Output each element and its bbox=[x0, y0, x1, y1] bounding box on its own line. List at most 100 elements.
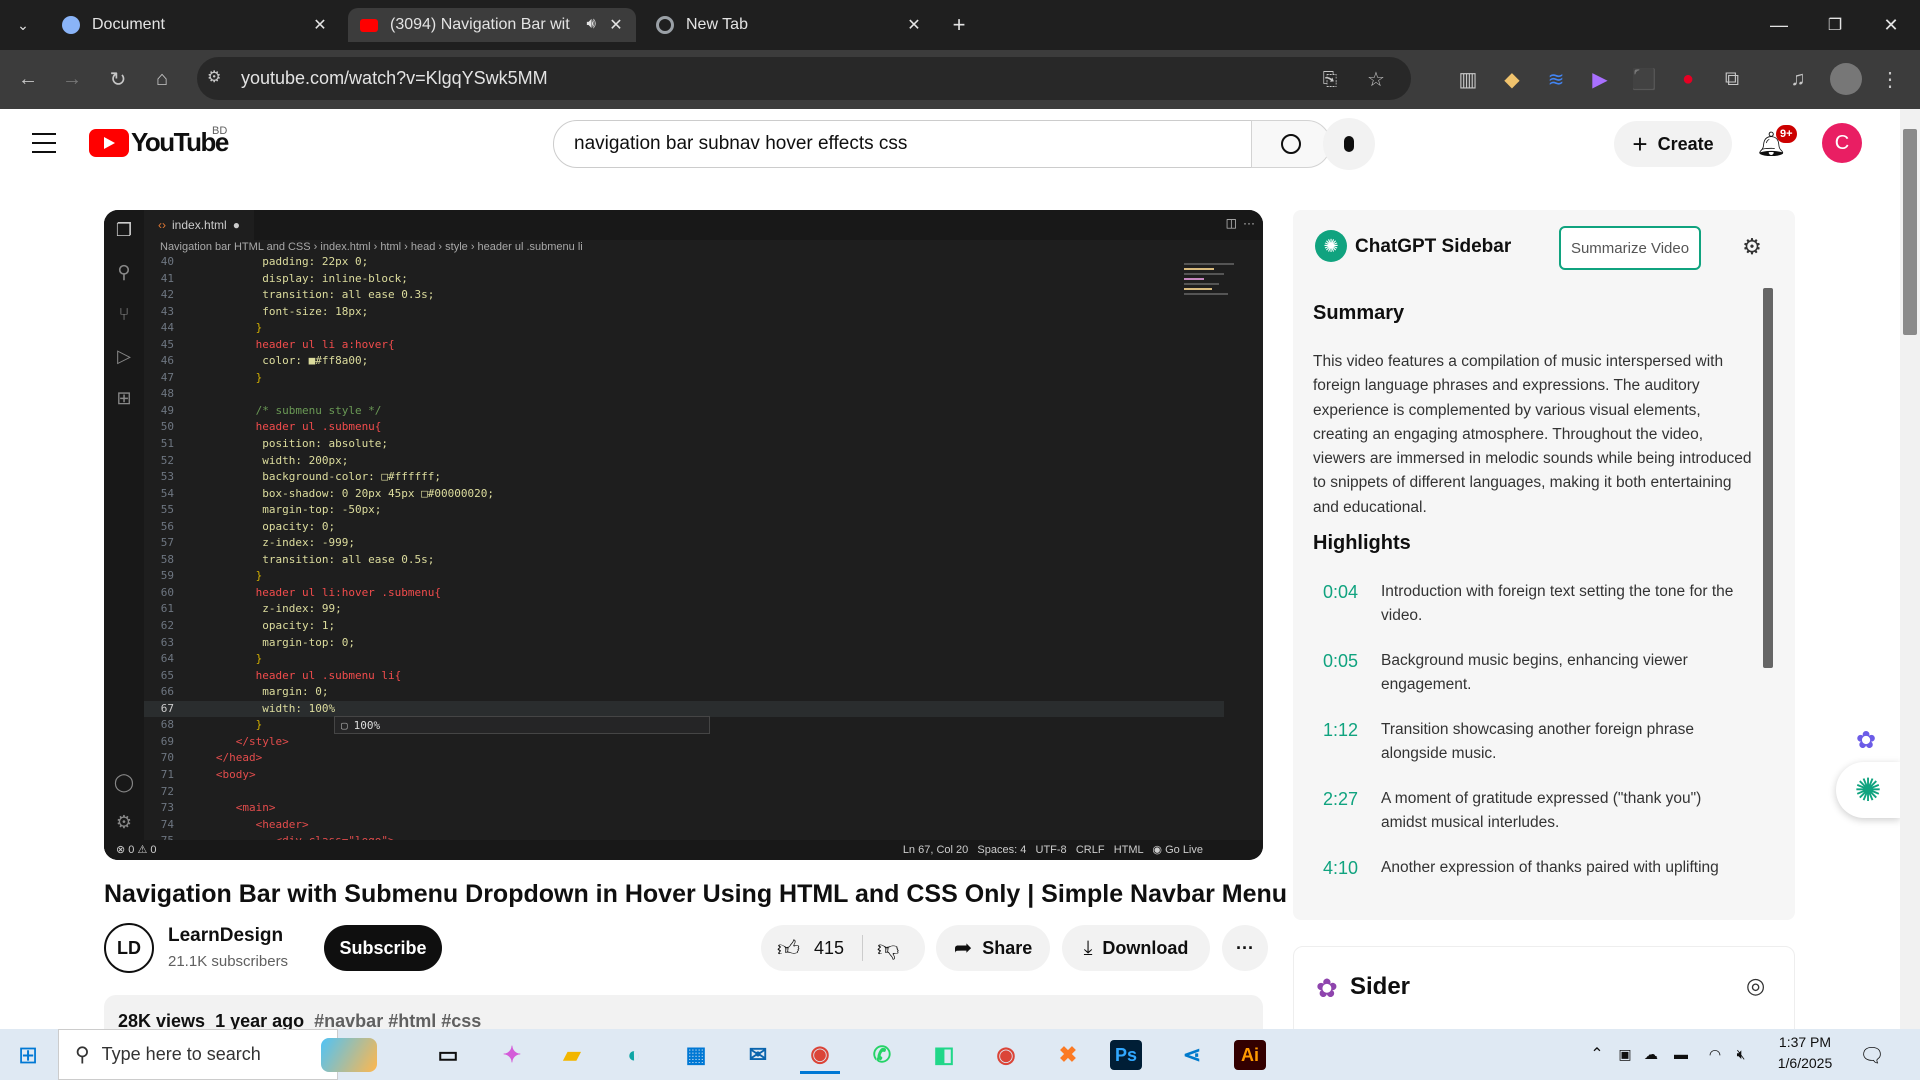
voice-search-button[interactable] bbox=[1323, 118, 1375, 170]
highlight-time[interactable]: 0:05 bbox=[1313, 649, 1381, 697]
source-control-icon: ⑂ bbox=[118, 303, 130, 324]
line-text: } bbox=[196, 321, 263, 335]
store-icon[interactable]: ▦ bbox=[676, 1036, 716, 1074]
highlight-time[interactable]: 1:12 bbox=[1313, 718, 1381, 766]
highlight-item[interactable]: 4:10 Another expression of thanks paired … bbox=[1313, 856, 1743, 880]
sider-settings-icon[interactable]: ◎ bbox=[1746, 973, 1765, 999]
file-explorer-icon[interactable]: ▰ bbox=[552, 1036, 592, 1074]
whatsapp-icon[interactable]: ✆ bbox=[862, 1036, 902, 1074]
install-app-icon[interactable]: ⎘ bbox=[1317, 66, 1343, 92]
close-icon[interactable]: ✕ bbox=[606, 15, 626, 35]
channel-avatar[interactable]: LD bbox=[104, 923, 154, 973]
pdf-extension-icon[interactable]: ⬛ bbox=[1630, 65, 1658, 93]
download-button[interactable]: ⤓ Download bbox=[1062, 925, 1210, 971]
bookmark-star-icon[interactable]: ☆ bbox=[1363, 66, 1389, 92]
chrome-icon[interactable]: ◉ bbox=[800, 1036, 840, 1074]
show-hidden-icons-chevron-icon[interactable]: ⌃ bbox=[1586, 1043, 1608, 1065]
like-icon[interactable]: 👍︎ bbox=[777, 935, 800, 962]
close-icon[interactable]: ✕ bbox=[310, 15, 330, 35]
hamburger-menu-icon[interactable] bbox=[32, 133, 56, 153]
highlight-item[interactable]: 2:27 A moment of gratitude expressed ("th… bbox=[1313, 787, 1743, 835]
battery-icon[interactable]: ▬ bbox=[1670, 1043, 1692, 1065]
highlight-time[interactable]: 2:27 bbox=[1313, 787, 1381, 835]
notification-center-icon[interactable]: 🗨︎ bbox=[1858, 1041, 1886, 1069]
illustrator-icon[interactable]: Ai bbox=[1234, 1040, 1266, 1070]
search-input[interactable]: navigation bar subnav hover effects css … bbox=[553, 120, 1302, 168]
code-line: 63 margin-top: 0; bbox=[144, 635, 1224, 652]
new-tab-button[interactable]: + bbox=[946, 12, 972, 38]
extensions-puzzle-icon[interactable]: ⧉ bbox=[1718, 65, 1746, 93]
sider-floating-icon[interactable]: ✿ bbox=[1846, 720, 1886, 760]
copilot-icon[interactable]: ✦ bbox=[492, 1036, 532, 1074]
back-icon[interactable]: ← bbox=[14, 65, 42, 93]
menu-dots-icon[interactable]: ⋮ bbox=[1876, 65, 1904, 93]
subscribe-button[interactable]: Subscribe bbox=[324, 925, 442, 971]
extension-icon[interactable]: ▶ bbox=[1586, 65, 1614, 93]
cloud-icon[interactable]: ☁ bbox=[1640, 1043, 1662, 1065]
dislike-icon[interactable]: 👎︎ bbox=[877, 935, 899, 962]
meet-icon[interactable]: ▣ bbox=[1614, 1043, 1636, 1065]
tab-search-icon[interactable]: ⌄ bbox=[10, 12, 36, 38]
tab-youtube[interactable]: (3094) Navigation Bar with S 🔊︎ ✕ bbox=[348, 8, 636, 42]
volume-mute-icon[interactable]: 🔇︎ bbox=[1730, 1043, 1752, 1065]
highlight-item[interactable]: 0:04 Introduction with foreign text setti… bbox=[1313, 580, 1743, 628]
scrollbar-thumb[interactable] bbox=[1903, 129, 1917, 335]
forward-icon[interactable]: → bbox=[58, 65, 86, 93]
code-line: 51 position: absolute; bbox=[144, 436, 1224, 453]
hashtags[interactable]: #navbar #html #css bbox=[314, 1011, 481, 1031]
tab-new-tab[interactable]: New Tab ✕ bbox=[644, 8, 934, 42]
clock-time[interactable]: 1:37 PM bbox=[1770, 1034, 1840, 1050]
extension-icon[interactable]: ≋ bbox=[1542, 65, 1570, 93]
highlight-item[interactable]: 1:12 Transition showcasing another foreig… bbox=[1313, 718, 1743, 766]
outlook-icon[interactable]: ✉ bbox=[738, 1036, 778, 1074]
highlight-time[interactable]: 0:04 bbox=[1313, 580, 1381, 628]
settings-gear-icon[interactable]: ⚙ bbox=[1739, 234, 1765, 260]
home-icon[interactable]: ⌂ bbox=[148, 65, 176, 93]
account-avatar[interactable]: C bbox=[1822, 123, 1862, 163]
taskbar-search-box[interactable]: ⚲ Type here to search bbox=[58, 1029, 377, 1080]
code-line: 50 header ul .submenu{ bbox=[144, 419, 1224, 436]
restore-icon[interactable]: ❐ bbox=[1822, 12, 1848, 38]
photoshop-icon[interactable]: Ps bbox=[1110, 1040, 1142, 1070]
search-highlight-image[interactable] bbox=[321, 1038, 377, 1072]
chatgpt-floating-icon[interactable]: ✺ bbox=[1836, 762, 1900, 818]
wifi-icon[interactable]: ◠ bbox=[1704, 1043, 1726, 1065]
video-player[interactable]: ❐ ⚲ ⑂ ▷ ⊞ ◯ ⚙ ‹› index.html ● ◫ ··· Navi… bbox=[104, 210, 1263, 860]
youtube-logo-icon[interactable] bbox=[89, 129, 129, 157]
profile-avatar[interactable] bbox=[1830, 63, 1862, 95]
reading-list-icon[interactable]: ▥ bbox=[1454, 65, 1482, 93]
create-button[interactable]: + Create bbox=[1614, 121, 1732, 167]
page-scrollbar[interactable] bbox=[1900, 109, 1920, 1029]
address-bar[interactable]: ⚙ youtube.com/watch?v=KlgqYSwk5MM ⎘ ☆ bbox=[197, 57, 1411, 100]
pycharm-icon[interactable]: ◧ bbox=[924, 1036, 964, 1074]
highlight-item[interactable]: 0:05 Background music begins, enhancing v… bbox=[1313, 649, 1743, 697]
minimize-icon[interactable]: — bbox=[1766, 12, 1792, 38]
share-button[interactable]: ➦ Share bbox=[936, 925, 1050, 971]
browser-tab-bar: ⌄ Document ✕ (3094) Navigation Bar with … bbox=[0, 0, 1920, 50]
task-view-icon[interactable]: ▭ bbox=[428, 1036, 468, 1074]
pinterest-icon[interactable]: ● bbox=[1674, 65, 1702, 93]
vscode-icon[interactable]: ⋖ bbox=[1172, 1036, 1212, 1074]
speaker-icon[interactable]: 🔊︎ bbox=[587, 15, 596, 32]
edge-icon[interactable]: ◐ bbox=[614, 1036, 654, 1074]
reload-icon[interactable]: ↻ bbox=[104, 65, 132, 93]
tab-document[interactable]: Document ✕ bbox=[50, 8, 340, 42]
close-icon[interactable]: ✕ bbox=[904, 15, 924, 35]
chrome-profile-icon[interactable]: ◉ bbox=[986, 1036, 1026, 1074]
xampp-icon[interactable]: ✖ bbox=[1048, 1036, 1088, 1074]
summary-scroll-area[interactable]: Summary This video features a compilatio… bbox=[1293, 276, 1783, 916]
line-number: 66 bbox=[160, 685, 174, 699]
window-close-icon[interactable]: ✕ bbox=[1878, 12, 1904, 38]
channel-name[interactable]: LearnDesign bbox=[168, 925, 283, 947]
summarize-video-button[interactable]: Summarize Video bbox=[1559, 226, 1701, 270]
media-control-icon[interactable]: ♫ bbox=[1784, 65, 1812, 93]
extension-icon[interactable]: ◆ bbox=[1498, 65, 1526, 93]
search-button[interactable] bbox=[1251, 120, 1331, 168]
panel-scrollbar[interactable] bbox=[1763, 278, 1773, 878]
clock-date[interactable]: 1/6/2025 bbox=[1770, 1055, 1840, 1071]
highlight-time[interactable]: 4:10 bbox=[1313, 856, 1381, 880]
site-info-icon[interactable]: ⚙ bbox=[207, 67, 231, 91]
windows-start-icon[interactable]: ⊞ bbox=[12, 1039, 44, 1071]
more-actions-button[interactable]: ··· bbox=[1222, 925, 1268, 971]
line-text: box-shadow: 0 20px 45px □#00000020; bbox=[196, 486, 495, 500]
